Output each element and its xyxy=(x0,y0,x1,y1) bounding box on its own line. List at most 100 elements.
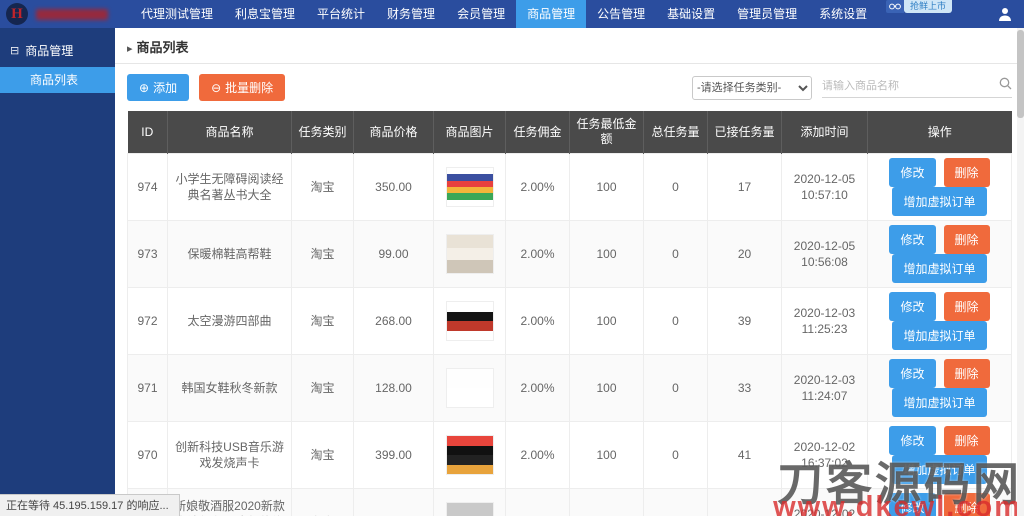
brand-logo-icon: H xyxy=(6,3,28,25)
nav-item-9[interactable]: 系统设置 xyxy=(808,0,878,28)
product-image xyxy=(445,502,494,516)
cell-total-tasks: 0 xyxy=(643,354,708,422)
product-image xyxy=(445,234,494,274)
add-virtual-order-button[interactable]: 增加虚拟订单 xyxy=(892,254,987,283)
add-virtual-order-button[interactable]: 增加虚拟订单 xyxy=(892,455,987,484)
product-table-body: 974 小学生无障碍阅读经典名著丛书大全 淘宝 350.00 2.00% 100 0 17 20… xyxy=(127,153,1012,516)
table-row: 970 创新科技USB音乐游戏发烧声卡 淘宝 399.00 2.00% 100 0 41 202… xyxy=(127,421,1012,489)
cell-category: 淘宝 xyxy=(291,287,354,355)
delete-button[interactable]: 删除 xyxy=(943,225,990,254)
cell-added-time: 2020-12-03 11:25:23 xyxy=(781,287,868,355)
sidebar-items: 商品列表 xyxy=(0,67,115,93)
batch-delete-button[interactable]: ⊖ 批量删除 xyxy=(199,74,286,101)
edit-button[interactable]: 修改 xyxy=(889,426,936,455)
cell-taken-tasks: 31 xyxy=(707,488,782,516)
cell-min-amount: 100 xyxy=(569,354,644,422)
cell-total-tasks: 0 xyxy=(643,153,708,221)
cell-min-amount: 100 xyxy=(569,153,644,221)
column-header: 总任务量 xyxy=(643,111,708,154)
delete-button[interactable]: 删除 xyxy=(943,426,990,455)
column-header: 商品价格 xyxy=(353,111,434,154)
delete-button[interactable]: 删除 xyxy=(943,493,990,516)
brand: H xyxy=(0,3,108,25)
nav-item-6[interactable]: 公告管理 xyxy=(586,0,656,28)
cell-price: 128.00 xyxy=(353,354,434,422)
cell-taken-tasks: 39 xyxy=(707,287,782,355)
nav-item-5[interactable]: 商品管理 xyxy=(516,0,587,28)
add-button[interactable]: ⊕ 添加 xyxy=(127,74,190,101)
cell-name: 新娘敬酒服2020新款海清红色显瘦长款修身 xyxy=(167,488,292,516)
cell-category: 淘宝 xyxy=(291,153,354,221)
sidebar-item-0[interactable]: 商品列表 xyxy=(0,67,115,93)
search-icon[interactable] xyxy=(999,77,1012,95)
add-virtual-order-button[interactable]: 增加虚拟订单 xyxy=(892,321,987,350)
delete-button[interactable]: 删除 xyxy=(943,359,990,388)
cell-name: 韩国女鞋秋冬新款 xyxy=(167,354,292,422)
cell-taken-tasks: 33 xyxy=(707,354,782,422)
product-image xyxy=(445,368,494,408)
glasses-icon xyxy=(885,0,904,13)
table-row: 974 小学生无障碍阅读经典名著丛书大全 淘宝 350.00 2.00% 100 0 17 20… xyxy=(127,153,1012,221)
triangle-icon: ▸ xyxy=(127,43,133,55)
task-category-select[interactable]: -请选择任务类别- xyxy=(692,75,812,100)
minus-circle-icon: ⊖ xyxy=(211,80,222,95)
scrollbar[interactable] xyxy=(1017,28,1024,516)
edit-button[interactable]: 修改 xyxy=(889,292,936,321)
cell-actions: 修改删除增加虚拟订单 xyxy=(867,220,1012,288)
cell-added-time: 2020-12-02 16:37:02 xyxy=(781,421,868,489)
nav-item-0[interactable]: 代理测试管理 xyxy=(130,0,224,28)
cell-actions: 修改删除增加虚拟订单 xyxy=(867,421,1012,489)
search-box xyxy=(822,77,1012,98)
cell-min-amount: 100 xyxy=(569,488,644,516)
cell-image xyxy=(433,354,506,422)
cell-name: 太空漫游四部曲 xyxy=(167,287,292,355)
topbar: H 代理测试管理 利息宝管理 平台统计 财务管理 会员管理 商品管理 公告管理 基础设置 管理员… xyxy=(0,0,1024,28)
nav-item-8[interactable]: 管理员管理 xyxy=(726,0,808,28)
cell-name: 小学生无障碍阅读经典名著丛书大全 xyxy=(167,153,292,221)
column-header: 添加时间 xyxy=(781,111,868,154)
delete-button[interactable]: 删除 xyxy=(943,292,990,321)
topnav-menu: 代理测试管理 利息宝管理 平台统计 财务管理 会员管理 商品管理 公告管理 基础设置 管理员管理… xyxy=(130,0,878,28)
cell-id: 972 xyxy=(127,287,168,355)
column-header: 商品名称 xyxy=(167,111,292,154)
add-virtual-order-button[interactable]: 增加虚拟订单 xyxy=(892,187,987,216)
nav-item-7[interactable]: 基础设置 xyxy=(656,0,726,28)
cell-commission: 2.00% xyxy=(505,220,570,288)
column-header: 操作 xyxy=(867,111,1012,154)
brand-name-blurred xyxy=(36,8,108,20)
top-badge[interactable]: 抢鲜上市 xyxy=(885,0,952,13)
cell-commission: 2.00% xyxy=(505,421,570,489)
nav-item-1[interactable]: 利息宝管理 xyxy=(224,0,306,28)
edit-button[interactable]: 修改 xyxy=(889,359,936,388)
cell-total-tasks: 0 xyxy=(643,220,708,288)
edit-button[interactable]: 修改 xyxy=(889,225,936,254)
cell-commission: 2.00% xyxy=(505,153,570,221)
column-header: 已接任务量 xyxy=(707,111,782,154)
cell-price: 99.00 xyxy=(353,220,434,288)
cell-total-tasks: 0 xyxy=(643,421,708,489)
scrollbar-thumb[interactable] xyxy=(1017,30,1024,118)
column-header: 任务最低金额 xyxy=(569,111,644,154)
cell-commission: 2.00% xyxy=(505,354,570,422)
cell-image xyxy=(433,421,506,489)
add-virtual-order-button[interactable]: 增加虚拟订单 xyxy=(892,388,987,417)
cell-category: 淘宝 xyxy=(291,488,354,516)
nav-item-4[interactable]: 会员管理 xyxy=(446,0,516,28)
product-table-head-row: ID 商品名称 任务类别 商品价格 商品图片 任务佣金 任务最低金额 总任务量 已接任务量 添加时… xyxy=(127,111,1012,154)
delete-button[interactable]: 删除 xyxy=(943,158,990,187)
table-row: 969新娘敬酒服2020新款海清红色显瘦长款修身淘宝1980.002.00%10… xyxy=(127,488,1012,516)
cell-image xyxy=(433,220,506,288)
product-table: ID 商品名称 任务类别 商品价格 商品图片 任务佣金 任务最低金额 总任务量 已接任务量 添加时… xyxy=(127,111,1012,516)
edit-button[interactable]: 修改 xyxy=(889,158,936,187)
nav-item-3[interactable]: 财务管理 xyxy=(376,0,446,28)
cell-price: 1980.00 xyxy=(353,488,434,516)
nav-item-2[interactable]: 平台统计 xyxy=(306,0,376,28)
search-input[interactable] xyxy=(822,80,999,92)
cell-actions: 修改删除增加虚拟订单 xyxy=(867,488,1012,516)
user-icon[interactable] xyxy=(998,7,1012,26)
edit-button[interactable]: 修改 xyxy=(889,493,936,516)
cell-image xyxy=(433,488,506,516)
column-header: 任务类别 xyxy=(291,111,354,154)
main-content: ▸商品列表 ⊕ 添加 ⊖ 批量删除 -请选择任务类别- ID商品名称任务类别商品… xyxy=(115,28,1024,516)
sidebar-section-products[interactable]: ⊟ 商品管理 xyxy=(0,28,115,67)
